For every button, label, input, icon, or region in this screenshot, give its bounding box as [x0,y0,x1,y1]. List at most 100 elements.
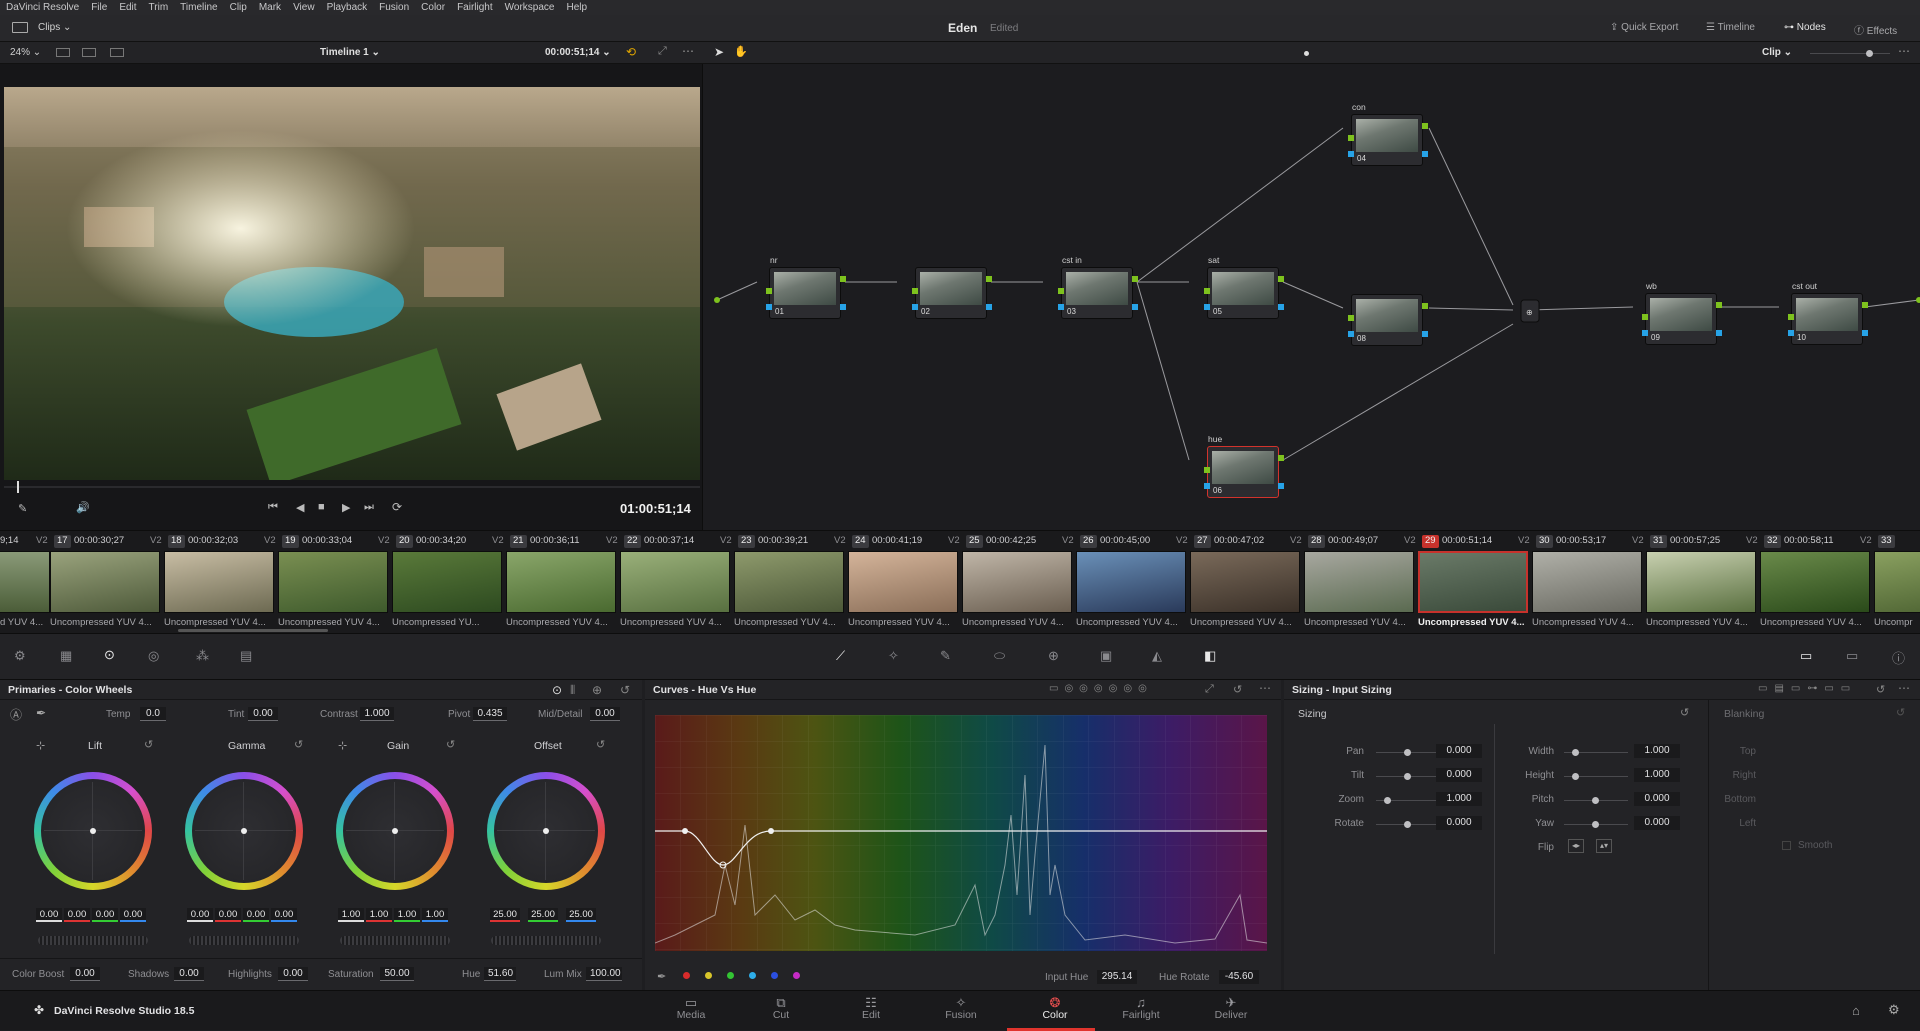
clip-thumbnail[interactable] [1532,551,1642,613]
viewer-image[interactable] [4,87,700,480]
lift-reset-icon[interactable]: ↺ [144,738,153,751]
height-knob[interactable] [1572,773,1579,780]
clip-thumbnail[interactable] [1646,551,1756,613]
bypass-icon[interactable]: ⟲ [626,45,636,59]
node-key-input-pin[interactable] [1204,483,1210,489]
node-input-pin[interactable] [912,288,918,294]
node-03[interactable]: cst in 03 [1058,255,1138,319]
blur-icon[interactable]: ▣ [1100,648,1112,664]
play-icon[interactable]: ▶ [342,501,350,514]
lift-wheel-handle[interactable] [90,828,96,834]
node-output-pin[interactable] [1422,303,1428,309]
node-05[interactable]: sat 05 [1204,255,1284,319]
offset-wheel-handle[interactable] [543,828,549,834]
node-output-pin[interactable] [1422,123,1428,129]
node-output-pin[interactable] [1716,302,1722,308]
gamma-master-wheel[interactable] [189,936,299,945]
blanking-reset-icon[interactable]: ↺ [1896,706,1905,719]
single-view-icon[interactable] [56,48,70,57]
clip-thumbnail[interactable] [392,551,502,613]
menu-help[interactable]: Help [566,2,587,13]
gain-y-value[interactable]: 1.00 [338,908,364,922]
blue-swatch[interactable] [771,972,778,979]
node-input-pin[interactable] [1642,314,1648,320]
timeline-dropdown[interactable]: Timeline 1 ⌄ [320,47,380,58]
flip-vertical-button[interactable]: ▴▾ [1596,839,1612,853]
tilt-slider[interactable] [1376,773,1440,780]
yaw-knob[interactable] [1592,821,1599,828]
node-key-output-pin[interactable] [1132,304,1138,310]
menu-file[interactable]: File [91,2,107,13]
node-zoom-slider[interactable] [1810,50,1890,57]
gain-picker-icon[interactable]: ⊹ [338,739,347,752]
node-10[interactable]: cst out 10 [1788,281,1868,345]
offset-reset-icon[interactable]: ↺ [596,738,605,751]
pan-knob[interactable] [1404,749,1411,756]
node-04[interactable]: con 04 [1348,102,1428,166]
node-key-input-pin[interactable] [1204,304,1210,310]
hue-vs-hue-graph[interactable] [655,715,1267,951]
scrubber-playhead[interactable] [17,481,19,493]
pan-slider[interactable] [1376,749,1440,756]
offset-g-value[interactable]: 25.00 [528,908,558,922]
color-boost-value[interactable]: 0.00 [70,967,100,981]
lift-picker-icon[interactable]: ⊹ [36,739,45,752]
zoom-slider[interactable] [1376,797,1440,804]
middetail-value[interactable]: 0.00 [590,707,620,721]
lift-b-value[interactable]: 0.00 [120,908,146,922]
gamma-r-value[interactable]: 0.00 [215,908,241,922]
more-options-icon[interactable]: ⋯ [682,44,694,58]
width-value[interactable]: 1.000 [1634,744,1680,758]
node-key-output-pin[interactable] [986,304,992,310]
offset-wheel[interactable] [487,772,605,890]
yaw-slider[interactable] [1564,821,1628,828]
node-input-pin[interactable] [1348,315,1354,321]
hdr-wheels-icon[interactable]: ◎ [148,648,159,664]
hue-value[interactable]: 51.60 [484,967,516,981]
rotate-value[interactable]: 0.000 [1436,816,1482,830]
zoom-knob[interactable] [1384,797,1391,804]
node-key-output-pin[interactable] [1422,151,1428,157]
clip-thumbnail[interactable] [50,551,160,613]
node-zoom-knob[interactable] [1866,50,1873,57]
node-key-output-pin[interactable] [1278,304,1284,310]
info-icon[interactable]: ⓘ [1892,648,1905,667]
node-input-pin[interactable] [1204,288,1210,294]
gain-b-value[interactable]: 1.00 [422,908,448,922]
clip-thumbnail[interactable] [1418,551,1528,613]
bars-mode-icon[interactable]: ⦀ [570,683,575,698]
clip-thumbnail[interactable] [1760,551,1870,613]
tab-fairlight[interactable]: ♫ Fairlight [1106,995,1176,1021]
camera-raw-icon[interactable]: ⚙ [14,648,26,664]
node-key-output-pin[interactable] [1278,483,1284,489]
node-key-input-pin[interactable] [912,304,918,310]
color-match-icon[interactable]: ▦ [60,648,72,664]
clip-thumbnail[interactable] [506,551,616,613]
shadows-value[interactable]: 0.00 [174,967,204,981]
saturation-value[interactable]: 50.00 [380,967,414,981]
settings-gear-icon[interactable]: ⚙ [1888,1002,1900,1018]
clip-thumbnail[interactable] [620,551,730,613]
menu-mark[interactable]: Mark [259,2,281,13]
offset-r-value[interactable]: 25.00 [490,908,520,922]
offset-master-wheel[interactable] [491,936,601,945]
highlights-value[interactable]: 0.00 [278,967,308,981]
gain-g-value[interactable]: 1.00 [394,908,420,922]
sizing-more-icon[interactable]: ⋯ [1898,681,1910,695]
picker-icon[interactable]: ✒ [36,706,46,720]
pointer-tool-icon[interactable]: ➤ [714,45,724,59]
node-input-pin[interactable] [766,288,772,294]
log-mode-icon[interactable]: ⊙ [552,683,562,697]
menu-timeline[interactable]: Timeline [180,2,217,13]
clip-thumbnail[interactable] [164,551,274,613]
tilt-knob[interactable] [1404,773,1411,780]
zoom-icon[interactable]: ⊕ [592,683,602,697]
lift-master-wheel[interactable] [38,936,148,945]
width-slider[interactable] [1564,749,1628,756]
pitch-knob[interactable] [1592,797,1599,804]
node-key-input-pin[interactable] [766,304,772,310]
menu-fusion[interactable]: Fusion [379,2,409,13]
gamma-y-value[interactable]: 0.00 [187,908,213,922]
curves-more-icon[interactable]: ⋯ [1259,681,1271,695]
rgb-mixer-icon[interactable]: ⁂ [196,648,209,664]
